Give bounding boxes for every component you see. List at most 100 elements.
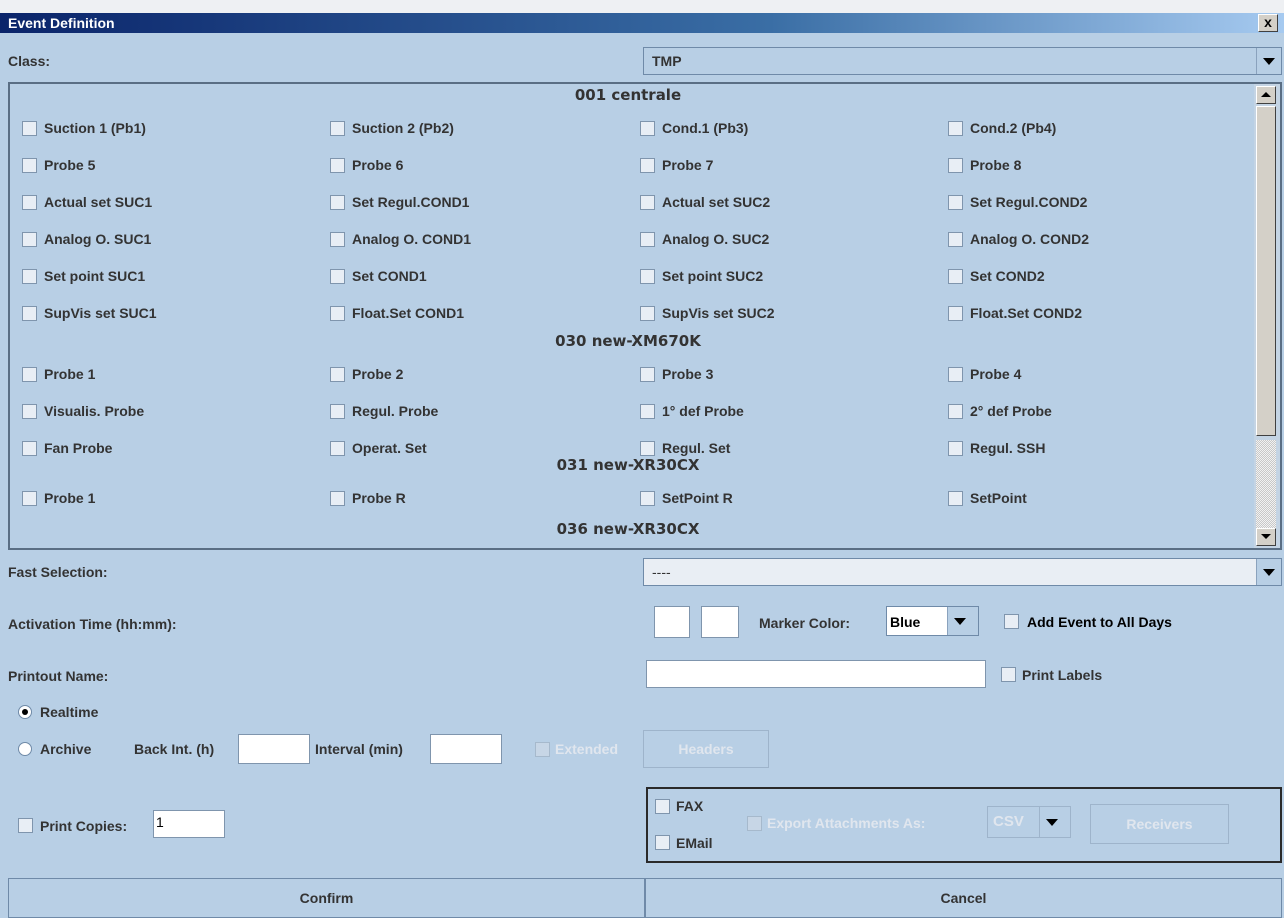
variable-label: SupVis set SUC1 <box>44 305 157 321</box>
fax-checkbox[interactable] <box>655 799 670 814</box>
variable-checkbox[interactable] <box>948 367 963 382</box>
variable-checkbox[interactable] <box>22 367 37 382</box>
add-all-days-checkbox[interactable] <box>1004 614 1019 629</box>
variable-label: Actual set SUC1 <box>44 194 153 210</box>
variable-checkbox[interactable] <box>948 306 963 321</box>
activation-minutes-input[interactable] <box>701 606 739 638</box>
scrollbar-thumb[interactable] <box>1256 106 1276 436</box>
add-all-days-label: Add Event to All Days <box>1027 614 1172 630</box>
variable-checkbox[interactable] <box>948 269 963 284</box>
interval-input[interactable] <box>430 734 502 764</box>
chevron-down-icon[interactable] <box>1256 48 1281 74</box>
archive-radio[interactable] <box>18 742 32 756</box>
variable-checkbox[interactable] <box>22 121 37 136</box>
print-labels-checkbox[interactable] <box>1001 667 1016 682</box>
scrollbar-track[interactable] <box>1256 440 1276 528</box>
realtime-radio[interactable] <box>18 705 32 719</box>
variable-checkbox[interactable] <box>330 491 345 506</box>
variable-checkbox[interactable] <box>640 158 655 173</box>
print-copies-checkbox[interactable] <box>18 818 33 833</box>
variable-checkbox[interactable] <box>330 367 345 382</box>
title-bar-strip <box>0 13 1284 33</box>
variable-label: SetPoint <box>970 490 1027 506</box>
variable-checkbox[interactable] <box>640 121 655 136</box>
group-title: 036 new-XR30CX <box>556 520 700 538</box>
variable-checkbox[interactable] <box>948 491 963 506</box>
back-int-label: Back Int. (h) <box>134 741 215 757</box>
extended-label: Extended <box>555 741 619 757</box>
chevron-down-icon[interactable] <box>947 607 978 635</box>
variable-checkbox[interactable] <box>330 232 345 247</box>
vertical-scrollbar[interactable] <box>1254 84 1280 548</box>
variable-label: Probe 6 <box>352 157 404 173</box>
print-copies-label: Print Copies: <box>40 818 128 834</box>
variable-checkbox[interactable] <box>640 491 655 506</box>
archive-label: Archive <box>40 741 92 757</box>
variable-label: Probe 2 <box>352 366 404 382</box>
extended-checkbox[interactable] <box>535 742 550 757</box>
variable-checkbox[interactable] <box>330 306 345 321</box>
variable-checkbox[interactable] <box>640 367 655 382</box>
marker-color-combo[interactable]: Blue <box>886 606 979 636</box>
variable-list: 001 centrale Suction 1 (Pb1) Suction 2 (Pb… <box>8 82 1282 550</box>
variable-checkbox[interactable] <box>948 232 963 247</box>
variable-checkbox[interactable] <box>640 441 655 456</box>
variable-label: SetPoint R <box>662 490 733 506</box>
variable-checkbox[interactable] <box>22 404 37 419</box>
variable-checkbox[interactable] <box>22 195 37 210</box>
variable-checkbox[interactable] <box>640 306 655 321</box>
variable-checkbox[interactable] <box>22 232 37 247</box>
variable-label: Fan Probe <box>44 440 113 456</box>
variable-checkbox[interactable] <box>330 441 345 456</box>
variable-label: Operat. Set <box>352 440 427 456</box>
variable-checkbox[interactable] <box>22 158 37 173</box>
variable-checkbox[interactable] <box>640 195 655 210</box>
variable-label: Suction 1 (Pb1) <box>44 120 146 136</box>
group-title: 030 new-XM670K <box>555 332 701 350</box>
variable-checkbox[interactable] <box>22 491 37 506</box>
back-int-input[interactable] <box>238 734 310 764</box>
variable-checkbox[interactable] <box>948 121 963 136</box>
variable-checkbox[interactable] <box>948 441 963 456</box>
confirm-button[interactable]: Confirm <box>8 878 645 918</box>
variable-checkbox[interactable] <box>22 306 37 321</box>
variable-checkbox[interactable] <box>948 158 963 173</box>
variable-checkbox[interactable] <box>22 269 37 284</box>
close-button[interactable]: x <box>1258 14 1278 32</box>
scroll-down-arrow-icon[interactable] <box>1256 528 1276 546</box>
variable-checkbox[interactable] <box>330 269 345 284</box>
class-label: Class: <box>8 53 51 69</box>
chevron-down-icon[interactable] <box>1039 807 1070 837</box>
variable-checkbox[interactable] <box>948 404 963 419</box>
fast-selection-combo[interactable]: ---- <box>643 558 1282 586</box>
receivers-button[interactable]: Receivers <box>1090 804 1229 844</box>
scroll-up-arrow-icon[interactable] <box>1256 86 1276 104</box>
variable-checkbox[interactable] <box>330 404 345 419</box>
variable-checkbox[interactable] <box>330 195 345 210</box>
variable-checkbox[interactable] <box>330 158 345 173</box>
variable-checkbox[interactable] <box>330 121 345 136</box>
variable-checkbox[interactable] <box>640 232 655 247</box>
chevron-down-icon[interactable] <box>1256 559 1281 585</box>
variable-checkbox[interactable] <box>22 441 37 456</box>
variable-label: Probe 5 <box>44 157 96 173</box>
class-value: TMP <box>652 53 682 69</box>
variable-checkbox[interactable] <box>640 404 655 419</box>
printout-name-input[interactable] <box>646 660 986 688</box>
variable-label: Cond.1 (Pb3) <box>662 120 749 136</box>
window-title: Event Definition <box>8 15 115 31</box>
headers-button[interactable]: Headers <box>643 730 769 768</box>
variable-checkbox[interactable] <box>640 269 655 284</box>
cancel-button[interactable]: Cancel <box>645 878 1282 918</box>
interval-label: Interval (min) <box>315 741 403 757</box>
export-attachments-checkbox[interactable] <box>747 816 762 831</box>
activation-hours-input[interactable] <box>654 606 690 638</box>
class-combo[interactable]: TMP <box>643 47 1282 75</box>
variable-label: Analog O. SUC2 <box>662 231 770 247</box>
export-format-combo[interactable]: CSV <box>987 806 1071 838</box>
email-label: EMail <box>676 835 713 851</box>
variable-label: Probe 3 <box>662 366 714 382</box>
variable-checkbox[interactable] <box>948 195 963 210</box>
email-checkbox[interactable] <box>655 835 670 850</box>
print-copies-input[interactable]: 1 <box>153 810 225 838</box>
